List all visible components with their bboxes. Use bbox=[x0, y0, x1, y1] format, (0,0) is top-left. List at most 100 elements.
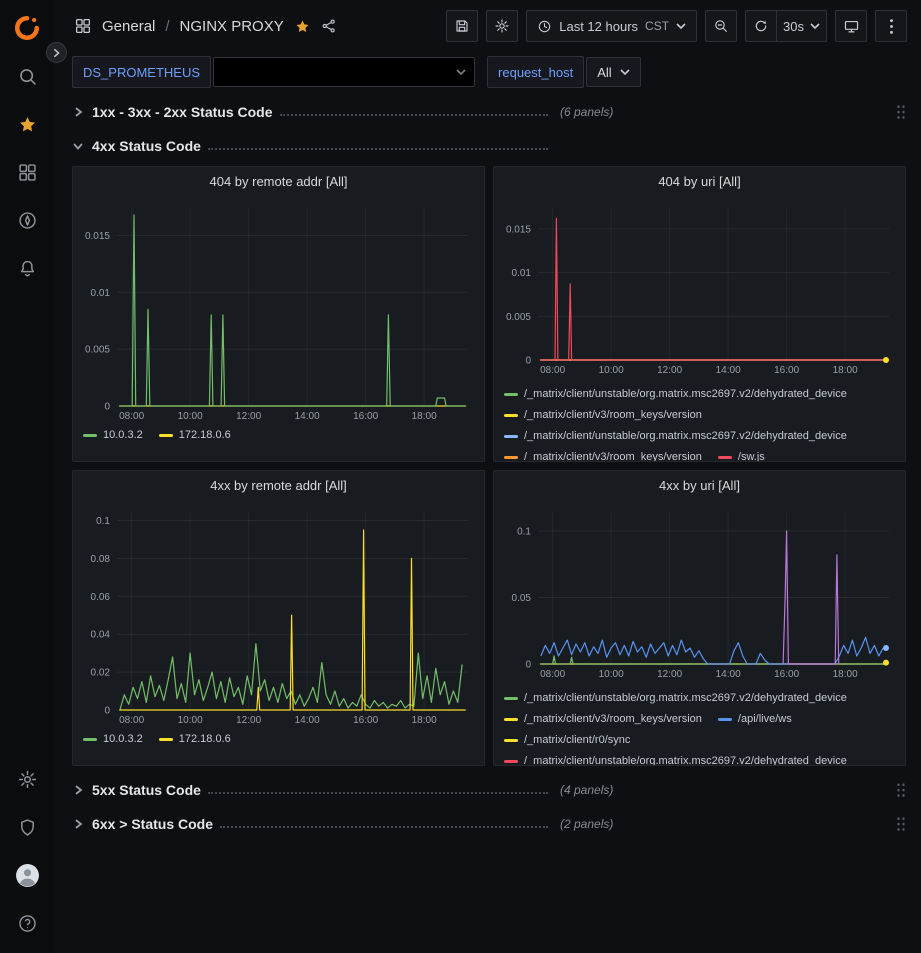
svg-text:18:00: 18:00 bbox=[833, 365, 858, 376]
row-title: 6xx > Status Code bbox=[92, 816, 213, 832]
legend-series-marker bbox=[504, 435, 518, 438]
more-options-button[interactable] bbox=[875, 10, 907, 42]
share-icon[interactable] bbox=[321, 18, 337, 34]
svg-text:0.01: 0.01 bbox=[512, 268, 532, 279]
panel-4xx-by-remote-addr: 4xx by remote addr [All] 08:0010:0012:00… bbox=[72, 470, 485, 766]
legend-item[interactable]: /_matrix/client/unstable/org.matrix.msc2… bbox=[504, 752, 847, 766]
zoom-out-time-button[interactable] bbox=[705, 10, 737, 42]
header-actions: Last 12 hours CST 30s bbox=[446, 10, 907, 42]
star-icon[interactable] bbox=[294, 18, 311, 35]
row-drag-handle[interactable] bbox=[896, 816, 906, 833]
svg-text:08:00: 08:00 bbox=[119, 411, 144, 422]
legend-item[interactable]: 172.18.0.6 bbox=[159, 730, 231, 748]
svg-text:0.1: 0.1 bbox=[96, 516, 110, 527]
variable-label[interactable]: request_host bbox=[487, 56, 584, 88]
variable-label[interactable]: DS_PROMETHEUS bbox=[72, 56, 211, 88]
legend-item[interactable]: /api/live/ws bbox=[718, 710, 792, 728]
legend-item[interactable]: /_matrix/client/v3/room_keys/version bbox=[504, 406, 702, 424]
legend-series-marker bbox=[504, 760, 518, 763]
refresh-controls: 30s bbox=[745, 10, 827, 42]
save-dashboard-button[interactable] bbox=[446, 10, 478, 42]
row-5xx[interactable]: 5xx Status Code (4 panels) bbox=[72, 776, 906, 804]
clock-icon bbox=[537, 19, 552, 34]
refresh-interval-dropdown[interactable]: 30s bbox=[777, 10, 827, 42]
help-icon[interactable] bbox=[13, 909, 41, 937]
legend-item[interactable]: /_matrix/client/unstable/org.matrix.msc2… bbox=[504, 689, 847, 707]
variable-value-dropdown[interactable] bbox=[213, 57, 475, 87]
starred-dashboards-icon[interactable] bbox=[13, 110, 41, 138]
legend-series-marker bbox=[504, 456, 518, 459]
panel-title[interactable]: 404 by uri [All] bbox=[502, 167, 897, 197]
variable-value-dropdown[interactable]: All bbox=[586, 57, 640, 87]
svg-text:0.06: 0.06 bbox=[91, 592, 111, 603]
chart-legend: /_matrix/client/unstable/org.matrix.msc2… bbox=[502, 685, 897, 766]
legend-item[interactable]: /_matrix/client/unstable/org.matrix.msc2… bbox=[504, 385, 847, 403]
refresh-icon bbox=[753, 18, 769, 34]
legend-item[interactable]: /sw.js bbox=[718, 448, 765, 462]
row-drag-handle[interactable] bbox=[896, 782, 906, 799]
breadcrumb-dashboard-title[interactable]: NGINX PROXY bbox=[180, 18, 284, 35]
chart-legend: 10.0.3.2 172.18.0.6 bbox=[81, 422, 476, 444]
row-dots-leader bbox=[220, 825, 548, 828]
row-dots-leader bbox=[280, 113, 548, 116]
dashboards-icon[interactable] bbox=[13, 158, 41, 186]
chart-svg: 08:0010:0012:0014:0016:0018:0000.020.040… bbox=[81, 501, 476, 726]
legend-series-marker bbox=[718, 456, 732, 459]
row-panel-count: (4 panels) bbox=[560, 783, 613, 797]
dashboard-settings-button[interactable] bbox=[486, 10, 518, 42]
chart-4xx-by-uri[interactable]: 08:0010:0012:0014:0016:0018:0000.050.1 bbox=[502, 501, 897, 685]
chevron-right-icon bbox=[72, 106, 84, 118]
row-6xx[interactable]: 6xx > Status Code (2 panels) bbox=[72, 810, 906, 838]
grafana-logo[interactable] bbox=[13, 14, 41, 42]
legend-item[interactable]: /_matrix/client/unstable/org.matrix.msc2… bbox=[504, 427, 847, 445]
cycle-view-mode-button[interactable] bbox=[835, 10, 867, 42]
row-title: 4xx Status Code bbox=[92, 138, 201, 154]
chart-legend: /_matrix/client/unstable/org.matrix.msc2… bbox=[502, 381, 897, 462]
server-admin-shield-icon[interactable] bbox=[13, 813, 41, 841]
legend-series-label: /sw.js bbox=[738, 451, 765, 462]
chart-4xx-by-remote-addr[interactable]: 08:0010:0012:0014:0016:0018:0000.020.040… bbox=[81, 501, 476, 726]
legend-item[interactable]: 10.0.3.2 bbox=[83, 730, 143, 748]
legend-item[interactable]: 10.0.3.2 bbox=[83, 426, 143, 444]
chart-legend: 10.0.3.2 172.18.0.6 bbox=[81, 726, 476, 748]
row-panel-count: (2 panels) bbox=[560, 817, 613, 831]
svg-text:0.005: 0.005 bbox=[85, 345, 110, 356]
refresh-button[interactable] bbox=[745, 10, 777, 42]
sidebar-expand-button[interactable] bbox=[46, 42, 67, 63]
breadcrumb-section[interactable]: General bbox=[102, 18, 155, 35]
row-drag-handle[interactable] bbox=[896, 104, 906, 121]
chart-404-by-remote-addr[interactable]: 08:0010:0012:0014:0016:0018:0000.0050.01… bbox=[81, 197, 476, 422]
chevron-down-icon bbox=[620, 68, 630, 76]
panel-title[interactable]: 4xx by remote addr [All] bbox=[81, 471, 476, 501]
row-1xx-3xx-2xx[interactable]: 1xx - 3xx - 2xx Status Code (6 panels) bbox=[72, 98, 906, 126]
panel-title[interactable]: 404 by remote addr [All] bbox=[81, 167, 476, 197]
row-dots-leader bbox=[208, 791, 548, 794]
chevron-down-icon bbox=[676, 22, 686, 30]
svg-text:16:00: 16:00 bbox=[353, 715, 378, 726]
explore-compass-icon[interactable] bbox=[13, 206, 41, 234]
zoom-out-icon bbox=[713, 18, 729, 34]
svg-text:0.015: 0.015 bbox=[85, 231, 110, 242]
legend-series-label: /_matrix/client/v3/room_keys/version bbox=[524, 713, 702, 725]
apps-grid-icon bbox=[74, 17, 92, 35]
svg-text:0.005: 0.005 bbox=[506, 312, 531, 323]
alerting-bell-icon[interactable] bbox=[13, 254, 41, 282]
chart-404-by-uri[interactable]: 08:0010:0012:0014:0016:0018:0000.0050.01… bbox=[502, 197, 897, 381]
user-avatar[interactable] bbox=[13, 861, 41, 889]
panels-grid: 404 by remote addr [All] 08:0010:0012:00… bbox=[72, 166, 906, 766]
svg-text:0.02: 0.02 bbox=[91, 668, 111, 679]
panel-title[interactable]: 4xx by uri [All] bbox=[502, 471, 897, 501]
svg-text:12:00: 12:00 bbox=[657, 365, 682, 376]
time-range-picker[interactable]: Last 12 hours CST bbox=[526, 10, 697, 42]
legend-item[interactable]: /_matrix/client/r0/sync bbox=[504, 731, 630, 749]
series-endpoint-dot bbox=[883, 645, 889, 651]
legend-item[interactable]: /_matrix/client/v3/room_keys/version bbox=[504, 710, 702, 728]
row-4xx[interactable]: 4xx Status Code bbox=[72, 132, 906, 160]
search-icon[interactable] bbox=[13, 62, 41, 90]
legend-item[interactable]: 172.18.0.6 bbox=[159, 426, 231, 444]
configuration-gear-icon[interactable] bbox=[13, 765, 41, 793]
variable-ds-prometheus: DS_PROMETHEUS bbox=[72, 56, 475, 88]
legend-item[interactable]: /_matrix/client/v3/room_keys/version bbox=[504, 448, 702, 462]
svg-text:0: 0 bbox=[104, 402, 110, 413]
variable-request-host: request_host All bbox=[487, 56, 641, 88]
